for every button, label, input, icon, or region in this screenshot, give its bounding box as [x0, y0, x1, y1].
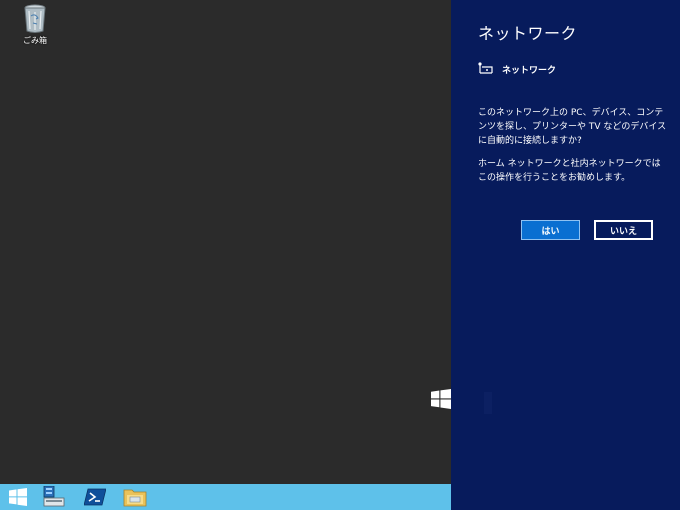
- folder-icon: [123, 489, 147, 507]
- recycle-bin-icon: [24, 4, 46, 33]
- taskbar: [0, 484, 451, 510]
- recycle-bin-label: ごみ箱: [23, 36, 47, 45]
- no-button[interactable]: いいえ: [594, 220, 653, 240]
- windows-logo-icon: [9, 488, 27, 506]
- server-manager-icon: [43, 486, 65, 507]
- network-icon: [478, 62, 493, 74]
- recycle-bin[interactable]: ごみ箱: [14, 4, 56, 46]
- server-manager-button[interactable]: [36, 484, 72, 510]
- network-row: ネットワーク: [478, 62, 556, 76]
- file-explorer-button[interactable]: [117, 484, 153, 510]
- start-tile-logo-icon[interactable]: [431, 389, 451, 409]
- start-button[interactable]: [0, 484, 36, 510]
- network-name: ネットワーク: [502, 65, 557, 76]
- network-panel: ネットワーク ネットワーク このネットワーク上の PC、デバイス、コンテンツを探…: [451, 0, 680, 510]
- recommendation-text: ホーム ネットワークと社内ネットワークではこの操作を行うことをお勧めします。: [478, 159, 661, 183]
- question-text: このネットワーク上の PC、デバイス、コンテンツを探し、プリンターや TV など…: [478, 108, 667, 146]
- background-decoration: [484, 392, 492, 414]
- powershell-button[interactable]: [77, 484, 113, 510]
- yes-button[interactable]: はい: [521, 220, 580, 240]
- desktop: ごみ箱: [0, 0, 451, 510]
- powershell-icon: [84, 488, 106, 506]
- panel-title: ネットワーク: [478, 24, 578, 43]
